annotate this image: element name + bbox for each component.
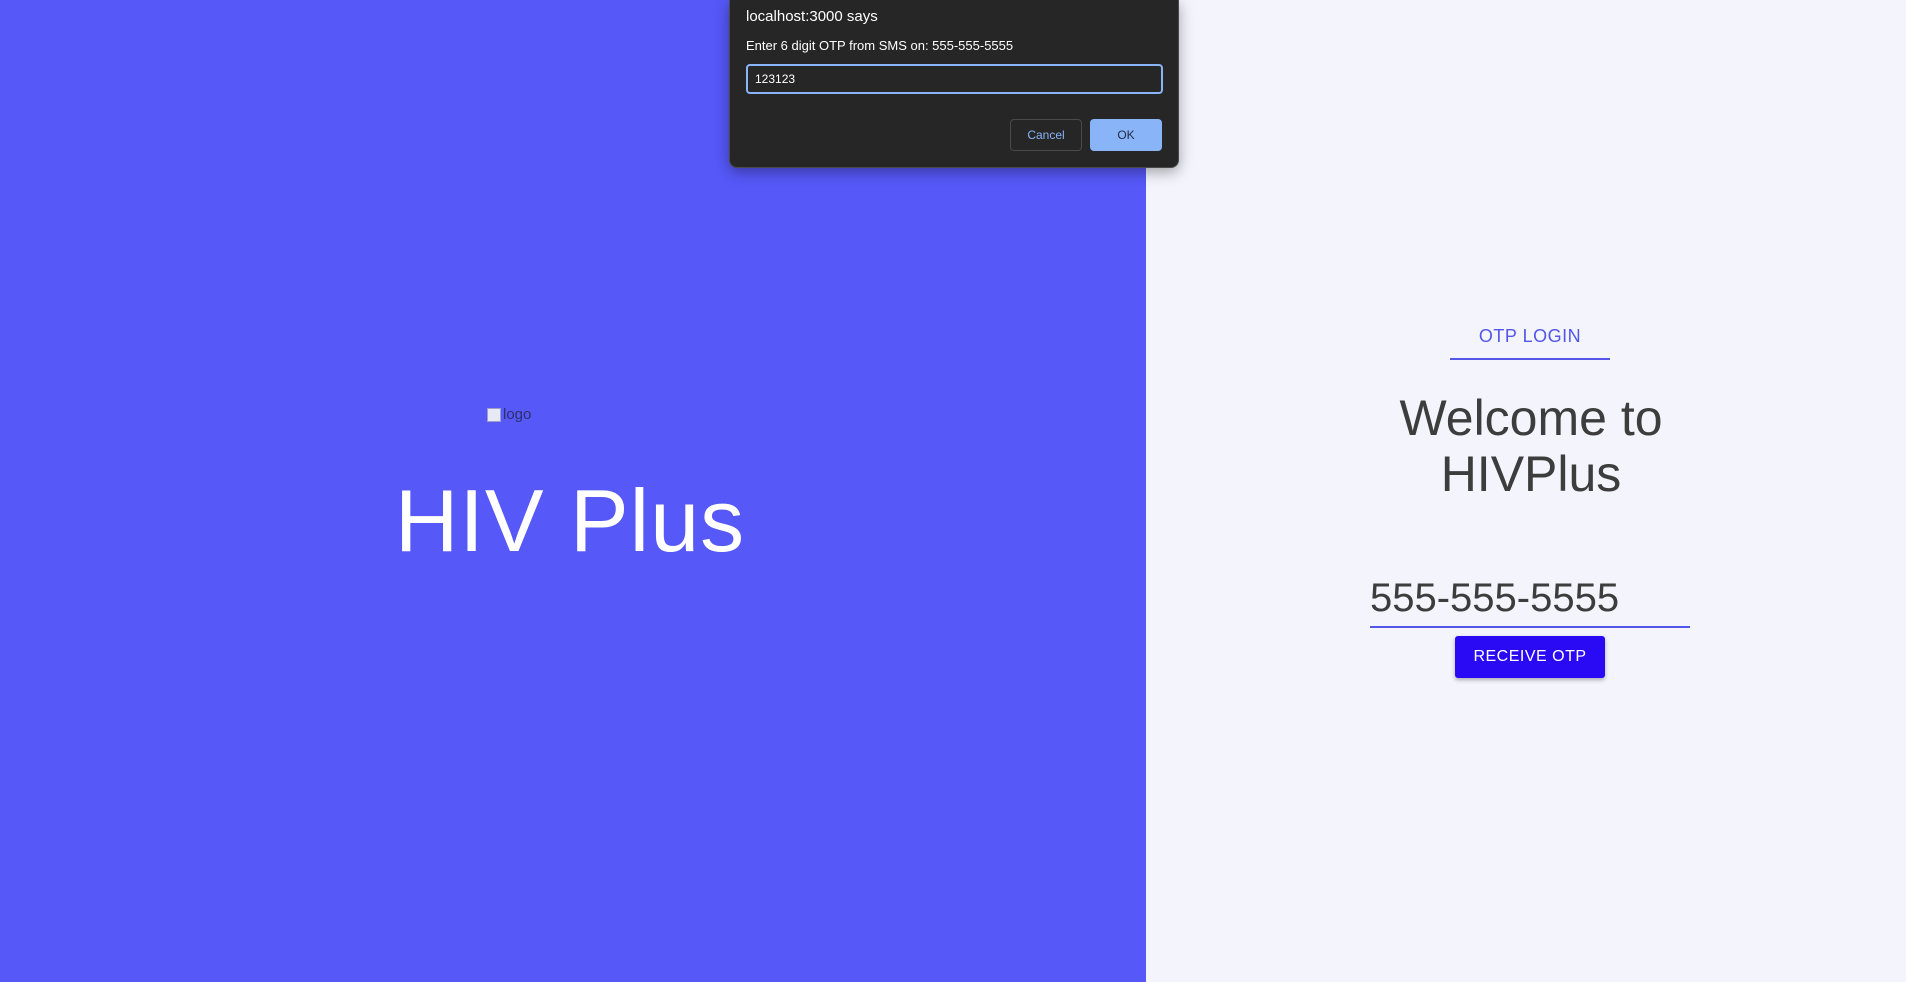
brand-title: HIV Plus — [394, 471, 746, 570]
dialog-title: localhost:3000 says — [746, 8, 878, 25]
broken-image-icon — [487, 407, 501, 422]
logo-alt-text: logo — [503, 406, 532, 423]
ok-button[interactable]: OK — [1090, 119, 1162, 151]
welcome-heading: Welcome to HIVPlus — [1399, 390, 1663, 502]
dialog-message: Enter 6 digit OTP from SMS on: 555-555-5… — [746, 38, 1014, 53]
cancel-button[interactable]: Cancel — [1010, 119, 1082, 151]
receive-otp-button[interactable]: RECEIVE OTP — [1455, 636, 1605, 678]
tab-otp-login[interactable]: OTP LOGIN — [1450, 320, 1610, 360]
otp-prompt-dialog: localhost:3000 says Enter 6 digit OTP fr… — [729, 0, 1179, 168]
phone-number-input[interactable] — [1370, 570, 1690, 628]
login-panel: OTP LOGIN Welcome to HIVPlus RECEIVE OTP — [1146, 0, 1906, 982]
logo-image: logo — [487, 406, 531, 423]
otp-input[interactable] — [746, 64, 1163, 94]
page: logo HIV Plus OTP LOGIN Welcome to HIVPl… — [0, 0, 1906, 982]
